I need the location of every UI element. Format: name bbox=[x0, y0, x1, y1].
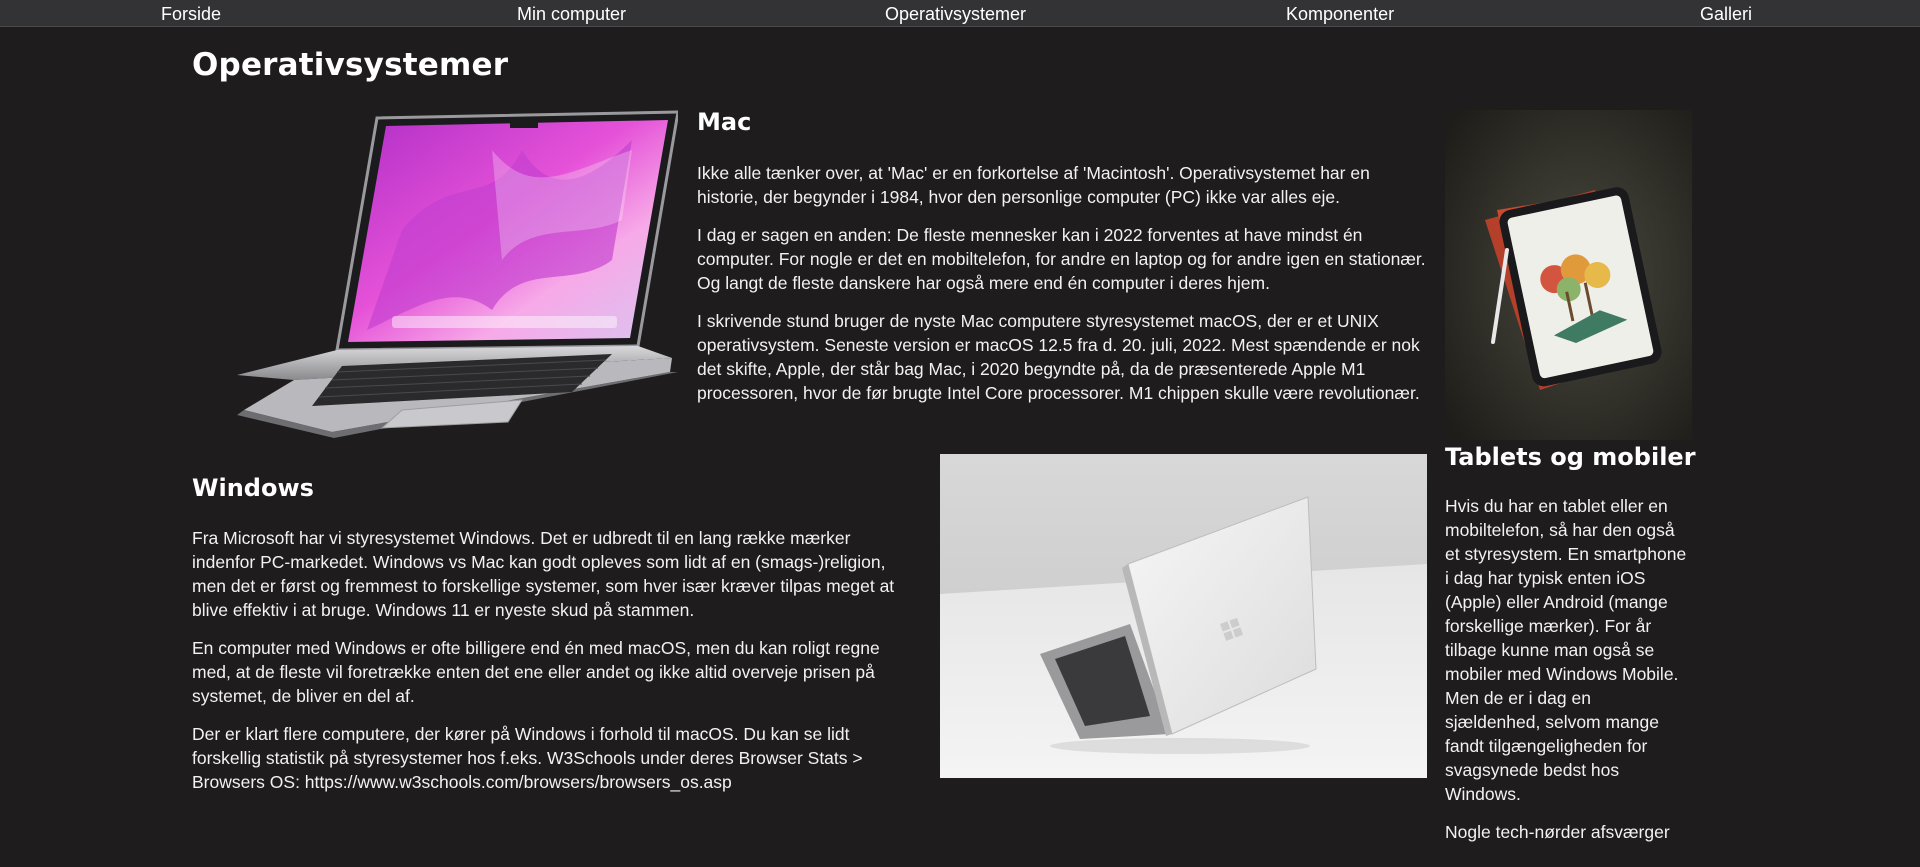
surface-laptop-image bbox=[940, 454, 1427, 778]
nav-link-operativsystemer[interactable]: Operativsystemer bbox=[885, 4, 1026, 24]
tablets-heading: Tablets og mobiler bbox=[1445, 443, 1696, 471]
windows-text: Fra Microsoft har vi styresystemet Windo… bbox=[192, 526, 912, 808]
mac-heading: Mac bbox=[697, 108, 752, 136]
mac-paragraph: I skrivende stund bruger de nyste Mac co… bbox=[697, 311, 1420, 403]
windows-heading: Windows bbox=[192, 474, 314, 502]
windows-paragraph: En computer med Windows er ofte billiger… bbox=[192, 638, 880, 706]
nav-link-komponenter[interactable]: Komponenter bbox=[1286, 4, 1394, 24]
tablets-text: Hvis du har en tablet eller en mobiltele… bbox=[1445, 494, 1690, 858]
tablet-image bbox=[1445, 110, 1692, 440]
nav-link-forside[interactable]: Forside bbox=[161, 4, 221, 24]
mac-paragraph: Ikke alle tænker over, at 'Mac' er en fo… bbox=[697, 163, 1370, 207]
windows-paragraph: Der er klart flere computere, der kører … bbox=[192, 724, 863, 792]
mac-paragraph: I dag er sagen en anden: De fleste menne… bbox=[697, 225, 1426, 293]
tablets-paragraph: Nogle tech-nørder afsværger bbox=[1445, 822, 1670, 842]
mac-text: Ikke alle tænker over, at 'Mac' er en fo… bbox=[697, 161, 1432, 419]
nav-link-galleri[interactable]: Galleri bbox=[1700, 4, 1752, 24]
tablets-paragraph: Hvis du har en tablet eller en mobiltele… bbox=[1445, 496, 1687, 804]
nav-link-min-computer[interactable]: Min computer bbox=[517, 4, 626, 24]
page-title: Operativsystemer bbox=[192, 47, 509, 83]
macbook-image bbox=[192, 110, 678, 438]
windows-paragraph: Fra Microsoft har vi styresystemet Windo… bbox=[192, 528, 895, 620]
top-nav: Forside Min computer Operativsystemer Ko… bbox=[0, 0, 1920, 27]
